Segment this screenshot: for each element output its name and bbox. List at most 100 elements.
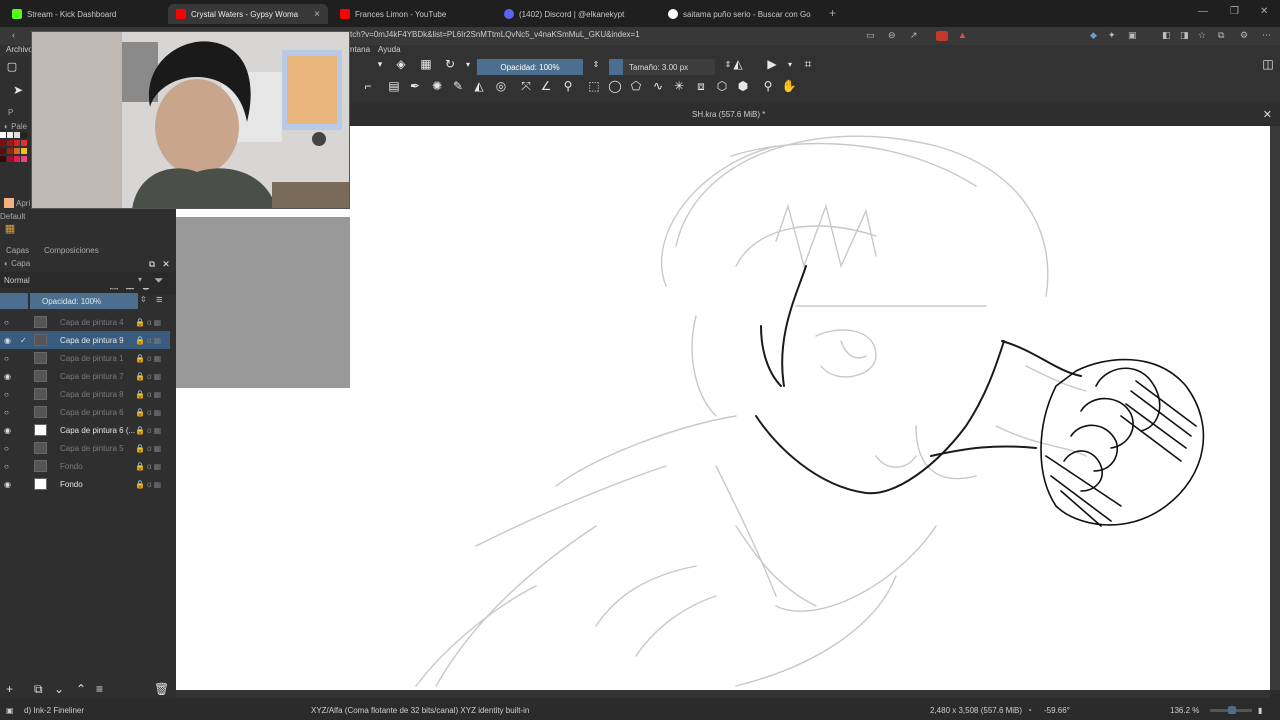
ellipse-select-icon[interactable]: ◯: [607, 78, 623, 94]
visibility-icon[interactable]: ○: [4, 318, 14, 327]
bucket-icon[interactable]: ◭: [471, 78, 487, 94]
rotation-value[interactable]: -59.66°: [1044, 706, 1070, 715]
pan-tool-icon[interactable]: ✋: [781, 78, 797, 94]
tab-kick-dashboard[interactable]: Stream - Kick Dashboard: [4, 4, 164, 24]
dropdown-arrow-icon[interactable]: ▾: [782, 56, 798, 72]
tab-frances-limon[interactable]: Frances Limon - YouTube: [332, 4, 492, 24]
transform-icon[interactable]: ⤧: [518, 78, 534, 94]
layer-flags-icon[interactable]: 🔒α▦: [135, 462, 163, 471]
assistant-icon[interactable]: ⚲: [560, 78, 576, 94]
filter-icon[interactable]: ⏷: [154, 273, 164, 288]
layer-color-chip[interactable]: [0, 293, 28, 309]
layer-flags-icon[interactable]: 🔒α▦: [135, 372, 163, 381]
layer-row[interactable]: ○ Fondo 🔒α▦: [0, 457, 170, 475]
visibility-icon[interactable]: ○: [4, 354, 14, 363]
zoom-slider[interactable]: [1210, 706, 1252, 714]
extension-icon[interactable]: [936, 31, 948, 41]
back-icon[interactable]: ‹: [12, 30, 15, 40]
sidebar-icon[interactable]: ◧: [1162, 30, 1171, 41]
layer-row[interactable]: ◉ Capa de pintura 7 🔒α▦: [0, 367, 170, 385]
alert-icon[interactable]: ▲: [958, 30, 967, 40]
eraser-icon[interactable]: ◈: [393, 56, 409, 72]
horizontal-scrollbar[interactable]: [176, 690, 1270, 698]
properties-icon[interactable]: ≡: [96, 682, 103, 696]
layer-flags-icon[interactable]: 🔒α▦: [135, 444, 163, 453]
tab-view-icon[interactable]: ▭: [866, 30, 875, 41]
tab-crystal-waters[interactable]: Crystal Waters - Gypsy Woma ×: [168, 4, 328, 24]
close-panel-icon[interactable]: ✕: [158, 256, 174, 272]
tab-composiciones[interactable]: Composiciones: [44, 246, 99, 255]
drawing-canvas[interactable]: [176, 126, 1270, 690]
mirror-horizontal-icon[interactable]: ◭: [730, 56, 746, 72]
bezier-select-icon[interactable]: ⬡: [714, 78, 730, 94]
pattern-icon[interactable]: ◎: [493, 78, 509, 94]
close-icon[interactable]: ×: [314, 9, 320, 20]
status-menu-icon[interactable]: ▮: [1258, 706, 1262, 715]
visibility-icon[interactable]: ◉: [4, 426, 14, 435]
blend-mode-select[interactable]: Normal ▾ ⏷: [0, 272, 176, 288]
gradient-icon[interactable]: ▤: [386, 78, 402, 94]
layer-row[interactable]: ◉ Capa de pintura 6 (... 🔒α▦: [0, 421, 170, 439]
zoom-value[interactable]: 136.2 %: [1170, 706, 1199, 715]
more-icon[interactable]: ⋯: [1262, 30, 1271, 41]
similar-select-icon[interactable]: ⧈: [693, 78, 709, 94]
visibility-icon[interactable]: ○: [4, 408, 14, 417]
trash-icon[interactable]: 🗑: [154, 682, 169, 696]
vertical-scrollbar[interactable]: [1270, 126, 1280, 690]
layer-row[interactable]: ○ Capa de pintura 5 🔒α▦: [0, 439, 170, 457]
dropdown-arrow-icon[interactable]: ▾: [460, 56, 476, 72]
visibility-icon[interactable]: ○: [4, 390, 14, 399]
layer-flags-icon[interactable]: 🔒α▦: [135, 354, 163, 363]
visibility-icon[interactable]: ○: [4, 462, 14, 471]
zoom-icon[interactable]: ⊖: [888, 30, 896, 41]
apri-swatch[interactable]: [4, 198, 14, 208]
menu-ayuda[interactable]: Ayuda: [378, 45, 401, 54]
size-slider[interactable]: Tamaño: 3.00 px: [609, 59, 715, 75]
collections-icon[interactable]: ⧉: [1218, 30, 1224, 41]
screenshot-icon[interactable]: ▣: [1128, 30, 1137, 41]
mirror-vertical-icon[interactable]: ▶: [764, 56, 780, 72]
new-document-icon[interactable]: ▢: [4, 58, 20, 74]
chevron-down-icon[interactable]: ▾: [138, 275, 142, 284]
color-palette[interactable]: [0, 132, 30, 180]
tab-discord[interactable]: (1402) Discord | @elkanekypt: [496, 4, 656, 24]
layer-flags-icon[interactable]: 🔒α▦: [135, 426, 163, 435]
close-document-icon[interactable]: ✕: [1263, 108, 1272, 121]
palette-tab[interactable]: ◐ Pale: [4, 122, 27, 131]
window-close-icon[interactable]: ✕: [1260, 6, 1268, 17]
new-tab-button[interactable]: +: [829, 6, 836, 20]
visibility-icon[interactable]: ◉: [4, 372, 14, 381]
extensions-icon[interactable]: ✦: [1108, 30, 1116, 41]
layer-opacity-slider[interactable]: Opacidad: 100%: [30, 293, 138, 309]
move-up-icon[interactable]: ⌃: [76, 682, 86, 696]
spin-arrows-icon[interactable]: ⇕: [140, 295, 147, 304]
contiguous-select-icon[interactable]: ✳: [671, 78, 687, 94]
layer-flags-icon[interactable]: 🔒α▦: [135, 480, 163, 489]
layer-flags-icon[interactable]: 🔒α▦: [135, 336, 163, 345]
smart-patch-icon[interactable]: ✺: [429, 78, 445, 94]
move-down-icon[interactable]: ⌄: [54, 682, 64, 696]
menu-archivo[interactable]: Archivo: [6, 45, 33, 54]
grid-icon[interactable]: ▦: [2, 220, 18, 236]
alpha-lock-icon[interactable]: ▦: [418, 56, 434, 72]
measure-icon[interactable]: ∠: [538, 78, 554, 94]
zoom-tool-icon[interactable]: ⚲: [760, 78, 776, 94]
share-icon[interactable]: ↗: [910, 30, 918, 41]
address-field[interactable]: tch?v=0mJ4kF4YBDk&list=PL6Ir2SnMTtmLQvNc…: [350, 30, 640, 39]
spin-arrows-icon[interactable]: ⇕: [588, 56, 604, 72]
layer-flags-icon[interactable]: 🔒α▦: [135, 408, 163, 417]
freehand-select-icon[interactable]: ∿: [650, 78, 666, 94]
layer-row[interactable]: ◉ Fondo 🔒α▦: [0, 475, 170, 493]
document-title[interactable]: SH.kra (557.6 MiB) *: [692, 110, 765, 119]
favorites-icon[interactable]: ☆: [1198, 30, 1206, 41]
settings-icon[interactable]: ⚙: [1240, 30, 1248, 41]
reload-brush-icon[interactable]: ↻: [442, 56, 458, 72]
rect-select-icon[interactable]: ⬚: [586, 78, 602, 94]
opacity-slider[interactable]: Opacidad: 100%: [477, 59, 583, 75]
menu-lines-icon[interactable]: ≡: [156, 294, 162, 306]
tab-google-search[interactable]: saitama puño serio - Buscar con Go: [660, 4, 825, 24]
layer-row[interactable]: ○ Capa de pintura 8 🔒α▦: [0, 385, 170, 403]
layer-flags-icon[interactable]: 🔒α▦: [135, 318, 163, 327]
polygon-select-icon[interactable]: ⬠: [628, 78, 644, 94]
sync-icon[interactable]: ◆: [1090, 30, 1097, 41]
